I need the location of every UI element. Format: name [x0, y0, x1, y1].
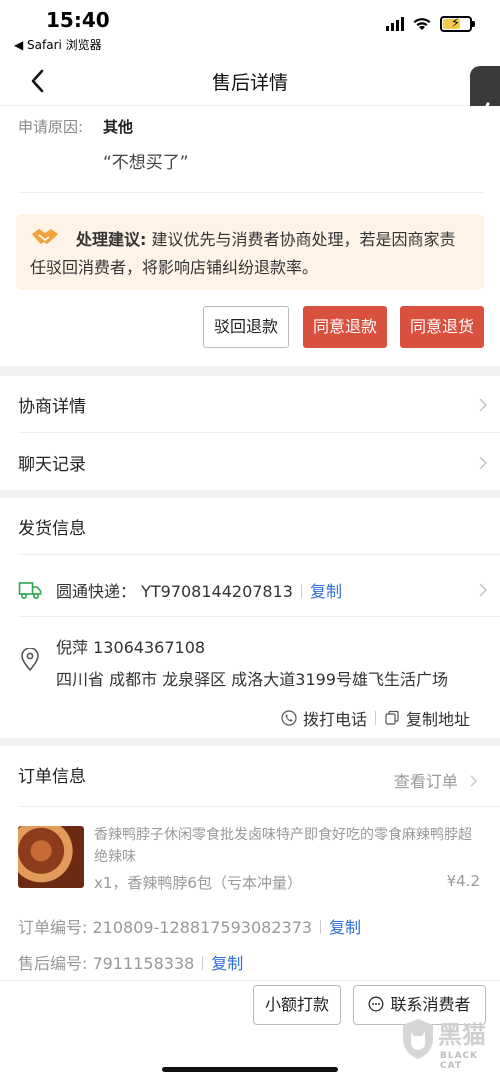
copy-icon [385, 710, 399, 725]
divider [18, 806, 500, 807]
order-info-card: 订单信息 查看订单 香辣鸭脖子休闲零食批发卤味特产即食好吃的零食麻辣鸭脖超绝辣味… [0, 746, 500, 986]
page-title: 售后详情 [211, 72, 288, 94]
chat-history-label: 聊天记录 [18, 455, 86, 475]
cat-shield-icon [403, 1019, 433, 1059]
cellular-signal-icon [386, 17, 404, 31]
address-actions: 拨打电话 复制地址 [281, 706, 470, 730]
copy-after-sale-number-link[interactable]: 复制 [211, 954, 243, 973]
location-pin-icon [21, 648, 39, 672]
agree-return-button[interactable]: 同意退货 [400, 306, 484, 348]
chevron-right-icon [479, 398, 488, 412]
home-indicator [162, 1067, 338, 1072]
chat-history-row[interactable]: 聊天记录 [18, 434, 500, 490]
wifi-icon [413, 18, 431, 30]
order-section-title: 订单信息 [18, 767, 86, 787]
reason-quote: “不想买了” [103, 153, 189, 173]
express-info: 圆通快递： YT9708144207813 复制 [56, 578, 342, 602]
handling-suggestion-box: 处理建议: 建议优先与消费者协商处理，若是因商家责任驳回消费者，将影响店铺纠纷退… [16, 214, 484, 290]
suggestion-text: 处理建议: 建议优先与消费者协商处理，若是因商家责任驳回消费者，将影响店铺纠纷退… [30, 226, 470, 282]
agree-refund-button[interactable]: 同意退款 [303, 306, 387, 348]
copy-order-number-link[interactable]: 复制 [329, 918, 361, 937]
links-card: 协商详情 聊天记录 [0, 376, 500, 490]
recipient-name-phone: 倪萍 13064367108 [56, 638, 206, 657]
call-button[interactable]: 拨打电话 [303, 706, 367, 730]
product-thumbnail[interactable] [18, 826, 84, 888]
phone-icon [281, 710, 297, 726]
divider [18, 616, 500, 617]
product-price: ¥4.2 [446, 872, 480, 890]
recipient-address: 四川省 成都市 龙泉驿区 成洛大道3199号雄飞生活广场 [56, 670, 448, 689]
status-time: 15:40 [46, 8, 110, 32]
reason-value: 其他 [103, 118, 134, 136]
bottom-action-bar: 小额打款 联系消费者 黑猫 BLACK CAT [0, 980, 500, 1082]
reason-label: 申请原因: [18, 118, 84, 136]
system-icons: ⚡ [386, 16, 475, 32]
divider [18, 554, 500, 555]
negotiation-details-row[interactable]: 协商详情 [18, 376, 500, 432]
battery-charging-icon: ⚡ [440, 16, 475, 32]
chat-bubble-icon [369, 996, 384, 1012]
refund-request-card: 申请原因: 其他 “不想买了” 处理建议: 建议优先与消费者协商处理，若是因商家… [0, 106, 500, 366]
reject-refund-button[interactable]: 驳回退款 [203, 306, 289, 348]
after-sale-number-row: 售后编号: 7911158338 复制 [18, 950, 243, 974]
view-order-link[interactable]: 查看订单 [394, 768, 478, 792]
order-number: 210809-128817593082373 [92, 918, 313, 937]
chevron-right-icon [470, 775, 478, 787]
watermark-cn: 黑猫 [438, 1021, 486, 1049]
after-sale-number-label: 售后编号: [18, 954, 88, 973]
shipping-section-title: 发货信息 [18, 519, 86, 539]
divider [18, 192, 484, 193]
copy-address-button[interactable]: 复制地址 [406, 706, 470, 730]
copy-tracking-link[interactable]: 复制 [310, 582, 342, 601]
product-spec: x1，香辣鸭脖6包（亏本冲量） [94, 874, 302, 892]
chevron-right-icon [479, 456, 488, 470]
small-payment-button[interactable]: 小额打款 [253, 985, 341, 1025]
divider [18, 432, 500, 433]
nav-bar: 售后详情 [0, 56, 500, 106]
chevron-right-icon[interactable] [478, 582, 488, 598]
tracking-number: 圆通快递： YT9708144207813 [56, 582, 293, 601]
status-bar: 15:40 ◀ Safari 浏览器 ⚡ [0, 0, 500, 56]
negotiation-details-label: 协商详情 [18, 397, 86, 417]
shipping-info-card: 发货信息 圆通快递： YT9708144207813 复制 倪萍 13064367… [0, 498, 500, 738]
suggestion-title: 处理建议: [76, 230, 147, 249]
back-to-safari-link[interactable]: ◀ Safari 浏览器 [14, 36, 102, 53]
product-title: 香辣鸭脖子休闲零食批发卤味特产即食好吃的零食麻辣鸭脖超绝辣味 [94, 827, 472, 865]
view-order-label: 查看订单 [393, 772, 458, 791]
watermark-en: BLACK CAT [440, 1051, 479, 1071]
watermark-logo: 黑猫 BLACK CAT [400, 1011, 492, 1071]
order-number-label: 订单编号: [18, 918, 88, 937]
order-number-row: 订单编号: 210809-128817593082373 复制 [18, 914, 361, 938]
truck-icon [18, 582, 42, 600]
after-sale-number: 7911158338 [92, 954, 195, 973]
